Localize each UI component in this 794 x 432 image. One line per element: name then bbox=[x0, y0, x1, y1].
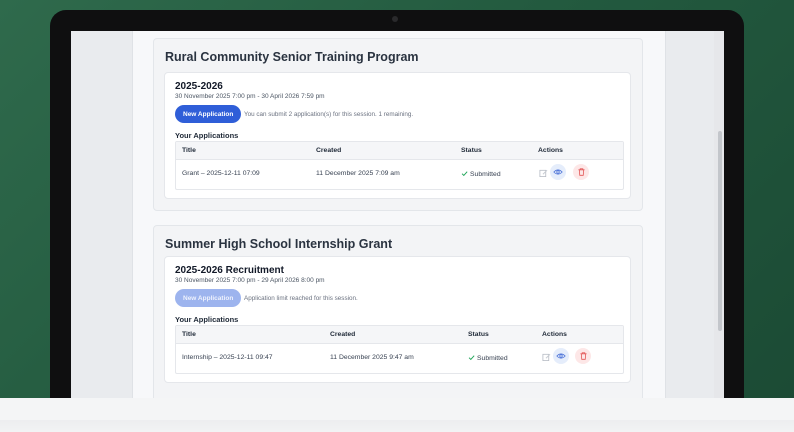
session-card: 2025-2026 Recruitment 30 November 2025 7… bbox=[164, 256, 631, 383]
column-header-status: Status bbox=[468, 331, 489, 338]
status-badge: Submitted bbox=[461, 170, 501, 178]
status-text: Submitted bbox=[477, 355, 508, 362]
column-header-actions: Actions bbox=[542, 331, 567, 338]
eye-icon bbox=[556, 353, 566, 359]
program-card: Rural Community Senior Training Program … bbox=[153, 38, 643, 211]
application-created: 11 December 2025 7:09 am bbox=[316, 170, 400, 177]
view-button[interactable] bbox=[550, 164, 566, 180]
new-application-button[interactable]: New Application bbox=[175, 105, 242, 123]
program-card: Summer High School Internship Grant 2025… bbox=[153, 225, 643, 398]
application-created: 11 December 2025 9:47 am bbox=[330, 354, 414, 361]
check-icon bbox=[468, 355, 475, 361]
program-title: Rural Community Senior Training Program bbox=[165, 50, 419, 64]
your-applications-heading: Your Applications bbox=[175, 131, 239, 140]
session-name: 2025-2026 Recruitment bbox=[175, 265, 284, 276]
status-badge: Submitted bbox=[468, 354, 508, 362]
column-header-created: Created bbox=[316, 147, 342, 154]
trash-icon bbox=[577, 168, 585, 176]
column-header-status: Status bbox=[461, 147, 482, 154]
laptop-base-lip bbox=[0, 398, 794, 420]
column-header-title: Title bbox=[182, 331, 196, 338]
table-header: Title Created Status Actions bbox=[176, 326, 623, 344]
session-name: 2025-2026 bbox=[175, 81, 223, 92]
pencil-icon[interactable] bbox=[542, 352, 551, 362]
eye-icon bbox=[553, 169, 563, 175]
screen: Rural Community Senior Training Program … bbox=[71, 31, 724, 398]
main-page: Rural Community Senior Training Program … bbox=[132, 31, 666, 398]
table-header: Title Created Status Actions bbox=[176, 142, 623, 160]
applications-table: Title Created Status Actions Grant – 202… bbox=[175, 141, 624, 190]
session-limit-hint: You can submit 2 application(s) for this… bbox=[244, 111, 414, 118]
camera-icon bbox=[392, 16, 398, 22]
delete-button[interactable] bbox=[573, 164, 589, 180]
column-header-actions: Actions bbox=[538, 147, 563, 154]
scrollbar-thumb[interactable] bbox=[718, 131, 722, 331]
application-title: Grant – 2025-12-11 07:09 bbox=[182, 170, 260, 177]
trash-icon bbox=[579, 352, 587, 360]
column-header-title: Title bbox=[182, 147, 196, 154]
scrollbar[interactable] bbox=[714, 31, 724, 398]
session-limit-hint: Application limit reached for this sessi… bbox=[244, 295, 358, 302]
laptop-bezel: Rural Community Senior Training Program … bbox=[50, 10, 744, 432]
program-title: Summer High School Internship Grant bbox=[165, 237, 393, 251]
pencil-icon[interactable] bbox=[539, 168, 548, 178]
your-applications-heading: Your Applications bbox=[175, 315, 239, 324]
applications-table: Title Created Status Actions Internship … bbox=[175, 325, 624, 374]
view-button[interactable] bbox=[553, 348, 569, 364]
session-dates: 30 November 2025 7:00 pm - 29 April 2026… bbox=[175, 277, 325, 284]
session-card: 2025-2026 30 November 2025 7:00 pm - 30 … bbox=[164, 72, 631, 199]
status-text: Submitted bbox=[470, 171, 501, 178]
new-application-button[interactable]: New Application bbox=[175, 289, 242, 307]
session-dates: 30 November 2025 7:00 pm - 30 April 2026… bbox=[175, 93, 325, 100]
column-header-created: Created bbox=[330, 331, 356, 338]
delete-button[interactable] bbox=[575, 348, 591, 364]
application-title: Internship – 2025-12-11 09:47 bbox=[182, 354, 273, 361]
check-icon bbox=[461, 171, 468, 177]
